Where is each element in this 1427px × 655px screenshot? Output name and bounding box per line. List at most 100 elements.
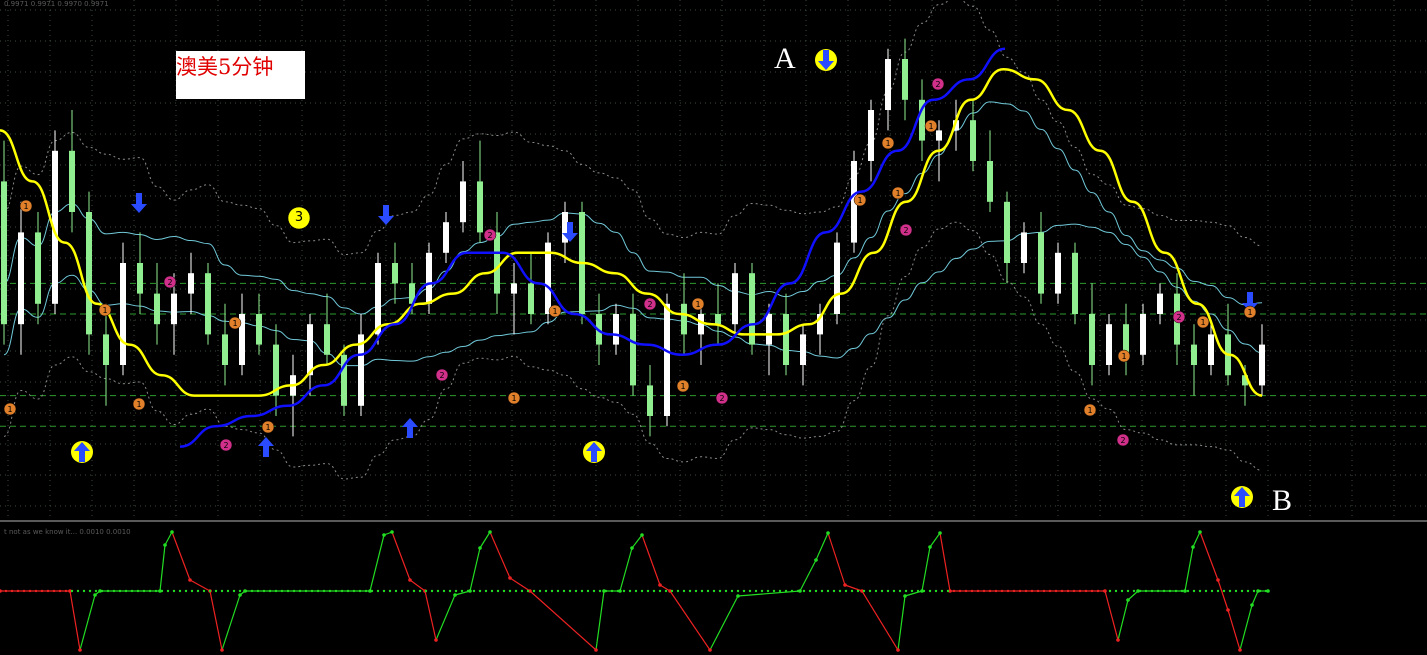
oscillator-base-dot bbox=[904, 589, 908, 593]
oscillator-base-dot bbox=[532, 589, 536, 593]
oscillator-base-dot bbox=[676, 589, 680, 593]
oscillator-dot bbox=[170, 530, 174, 534]
oscillator-base-dot bbox=[130, 589, 134, 593]
oscillator-base-dot bbox=[178, 589, 182, 593]
oscillator-segment bbox=[815, 532, 829, 561]
candle-body bbox=[426, 252, 432, 304]
oscillator-base-dot bbox=[562, 589, 566, 593]
oscillator-dot bbox=[826, 531, 830, 535]
oscillator-segment bbox=[827, 532, 846, 586]
sell-arrow-icon bbox=[131, 193, 147, 213]
oscillator-base-dot bbox=[1192, 589, 1196, 593]
candle-body bbox=[800, 334, 806, 365]
oscillator-dot bbox=[1198, 530, 1202, 534]
oscillator-base-dot bbox=[142, 589, 146, 593]
oscillator-base-dot bbox=[646, 589, 650, 593]
oscillator-base-dot bbox=[784, 589, 788, 593]
oscillator-base-dot bbox=[382, 589, 386, 593]
oscillator-dot bbox=[220, 648, 224, 652]
oscillator-base-dot bbox=[124, 589, 128, 593]
oscillator-base-dot bbox=[550, 589, 554, 593]
candle-body bbox=[375, 263, 381, 335]
oscillator-base-dot bbox=[1264, 589, 1268, 593]
candle-body bbox=[137, 263, 143, 294]
oscillator-base-dot bbox=[658, 589, 662, 593]
oscillator-base-dot bbox=[1102, 589, 1106, 593]
numbered-badge-label: 1 bbox=[895, 189, 900, 198]
oscillator-segment bbox=[897, 595, 906, 651]
numbered-badge-label: 1 bbox=[232, 319, 237, 328]
numbered-badge-label: 1 bbox=[23, 202, 28, 211]
oscillator-base-dot bbox=[730, 589, 734, 593]
candle-body bbox=[154, 293, 160, 325]
candle-body bbox=[630, 314, 636, 386]
oscillator-base-dot bbox=[496, 589, 500, 593]
oscillator-base-dot bbox=[760, 589, 764, 593]
oscillator-base-dot bbox=[568, 589, 572, 593]
oscillator-dot bbox=[188, 578, 192, 582]
oscillator-base-dot bbox=[922, 589, 926, 593]
oscillator-base-dot bbox=[334, 589, 338, 593]
annotation-a: A bbox=[774, 42, 796, 75]
oscillator-dot bbox=[1216, 578, 1220, 582]
candle-body bbox=[647, 385, 653, 416]
oscillator-base-dot bbox=[226, 589, 230, 593]
oscillator-base-dot bbox=[370, 589, 374, 593]
oscillator-base-dot bbox=[376, 589, 380, 593]
candle-body bbox=[1106, 324, 1112, 365]
candle-body bbox=[1038, 232, 1044, 294]
numbered-badge-label: 2 bbox=[903, 226, 908, 235]
oscillator-base-dot bbox=[1030, 589, 1034, 593]
numbered-badge-label: 1 bbox=[857, 196, 862, 205]
oscillator-base-dot bbox=[802, 589, 806, 593]
oscillator-base-dot bbox=[748, 589, 752, 593]
oscillator-base-dot bbox=[310, 589, 314, 593]
oscillator-base-dot bbox=[328, 589, 332, 593]
candle-body bbox=[1021, 232, 1027, 263]
oscillator-base-dot bbox=[16, 589, 20, 593]
oscillator-base-dot bbox=[100, 589, 104, 593]
oscillator-dot bbox=[78, 648, 82, 652]
annotation-b: B bbox=[1272, 484, 1293, 517]
oscillator-base-dot bbox=[352, 589, 356, 593]
oscillator-base-dot bbox=[160, 589, 164, 593]
oscillator-base-dot bbox=[814, 589, 818, 593]
oscillator-dot bbox=[640, 533, 644, 537]
buy-arrow-icon bbox=[402, 418, 418, 438]
oscillator-dot bbox=[1238, 648, 1242, 652]
oscillator-segment bbox=[479, 531, 491, 549]
oscillator-segment bbox=[595, 590, 605, 651]
oscillator-base-dot bbox=[736, 589, 740, 593]
numbered-badge-label: 1 bbox=[511, 394, 516, 403]
candle-body bbox=[970, 120, 976, 161]
oscillator-segment bbox=[1227, 609, 1241, 651]
candle-body bbox=[324, 324, 330, 355]
oscillator-base-dot bbox=[1204, 589, 1208, 593]
oscillator-base-dot bbox=[34, 589, 38, 593]
candle-body bbox=[511, 283, 517, 294]
oscillator-segment bbox=[509, 577, 531, 592]
candle-body bbox=[494, 232, 500, 294]
oscillator-base-dot bbox=[298, 589, 302, 593]
oscillator-base-dot bbox=[388, 589, 392, 593]
candle-body bbox=[664, 303, 670, 416]
oscillator-base-dot bbox=[970, 589, 974, 593]
numbered-badge-label: 1 bbox=[102, 306, 107, 315]
oscillator-base-dot bbox=[910, 589, 914, 593]
oscillator-base-dot bbox=[868, 589, 872, 593]
oscillator-base-dot bbox=[826, 589, 830, 593]
numbered-badge-label: 1 bbox=[1121, 352, 1126, 361]
oscillator-base-dot bbox=[1132, 589, 1136, 593]
oscillator-base-dot bbox=[640, 589, 644, 593]
oscillator-base-dot bbox=[148, 589, 152, 593]
oscillator-base-dot bbox=[346, 589, 350, 593]
oscillator-base-dot bbox=[538, 589, 542, 593]
oscillator-dot bbox=[93, 593, 97, 597]
oscillator-base-dot bbox=[1138, 589, 1142, 593]
numbered-badge-label: 1 bbox=[928, 122, 933, 131]
oscillator-base-dot bbox=[466, 589, 470, 593]
oscillator-base-dot bbox=[724, 589, 728, 593]
oscillator-base-dot bbox=[1234, 589, 1238, 593]
oscillator-base-dot bbox=[58, 589, 62, 593]
oscillator-base-dot bbox=[796, 589, 800, 593]
